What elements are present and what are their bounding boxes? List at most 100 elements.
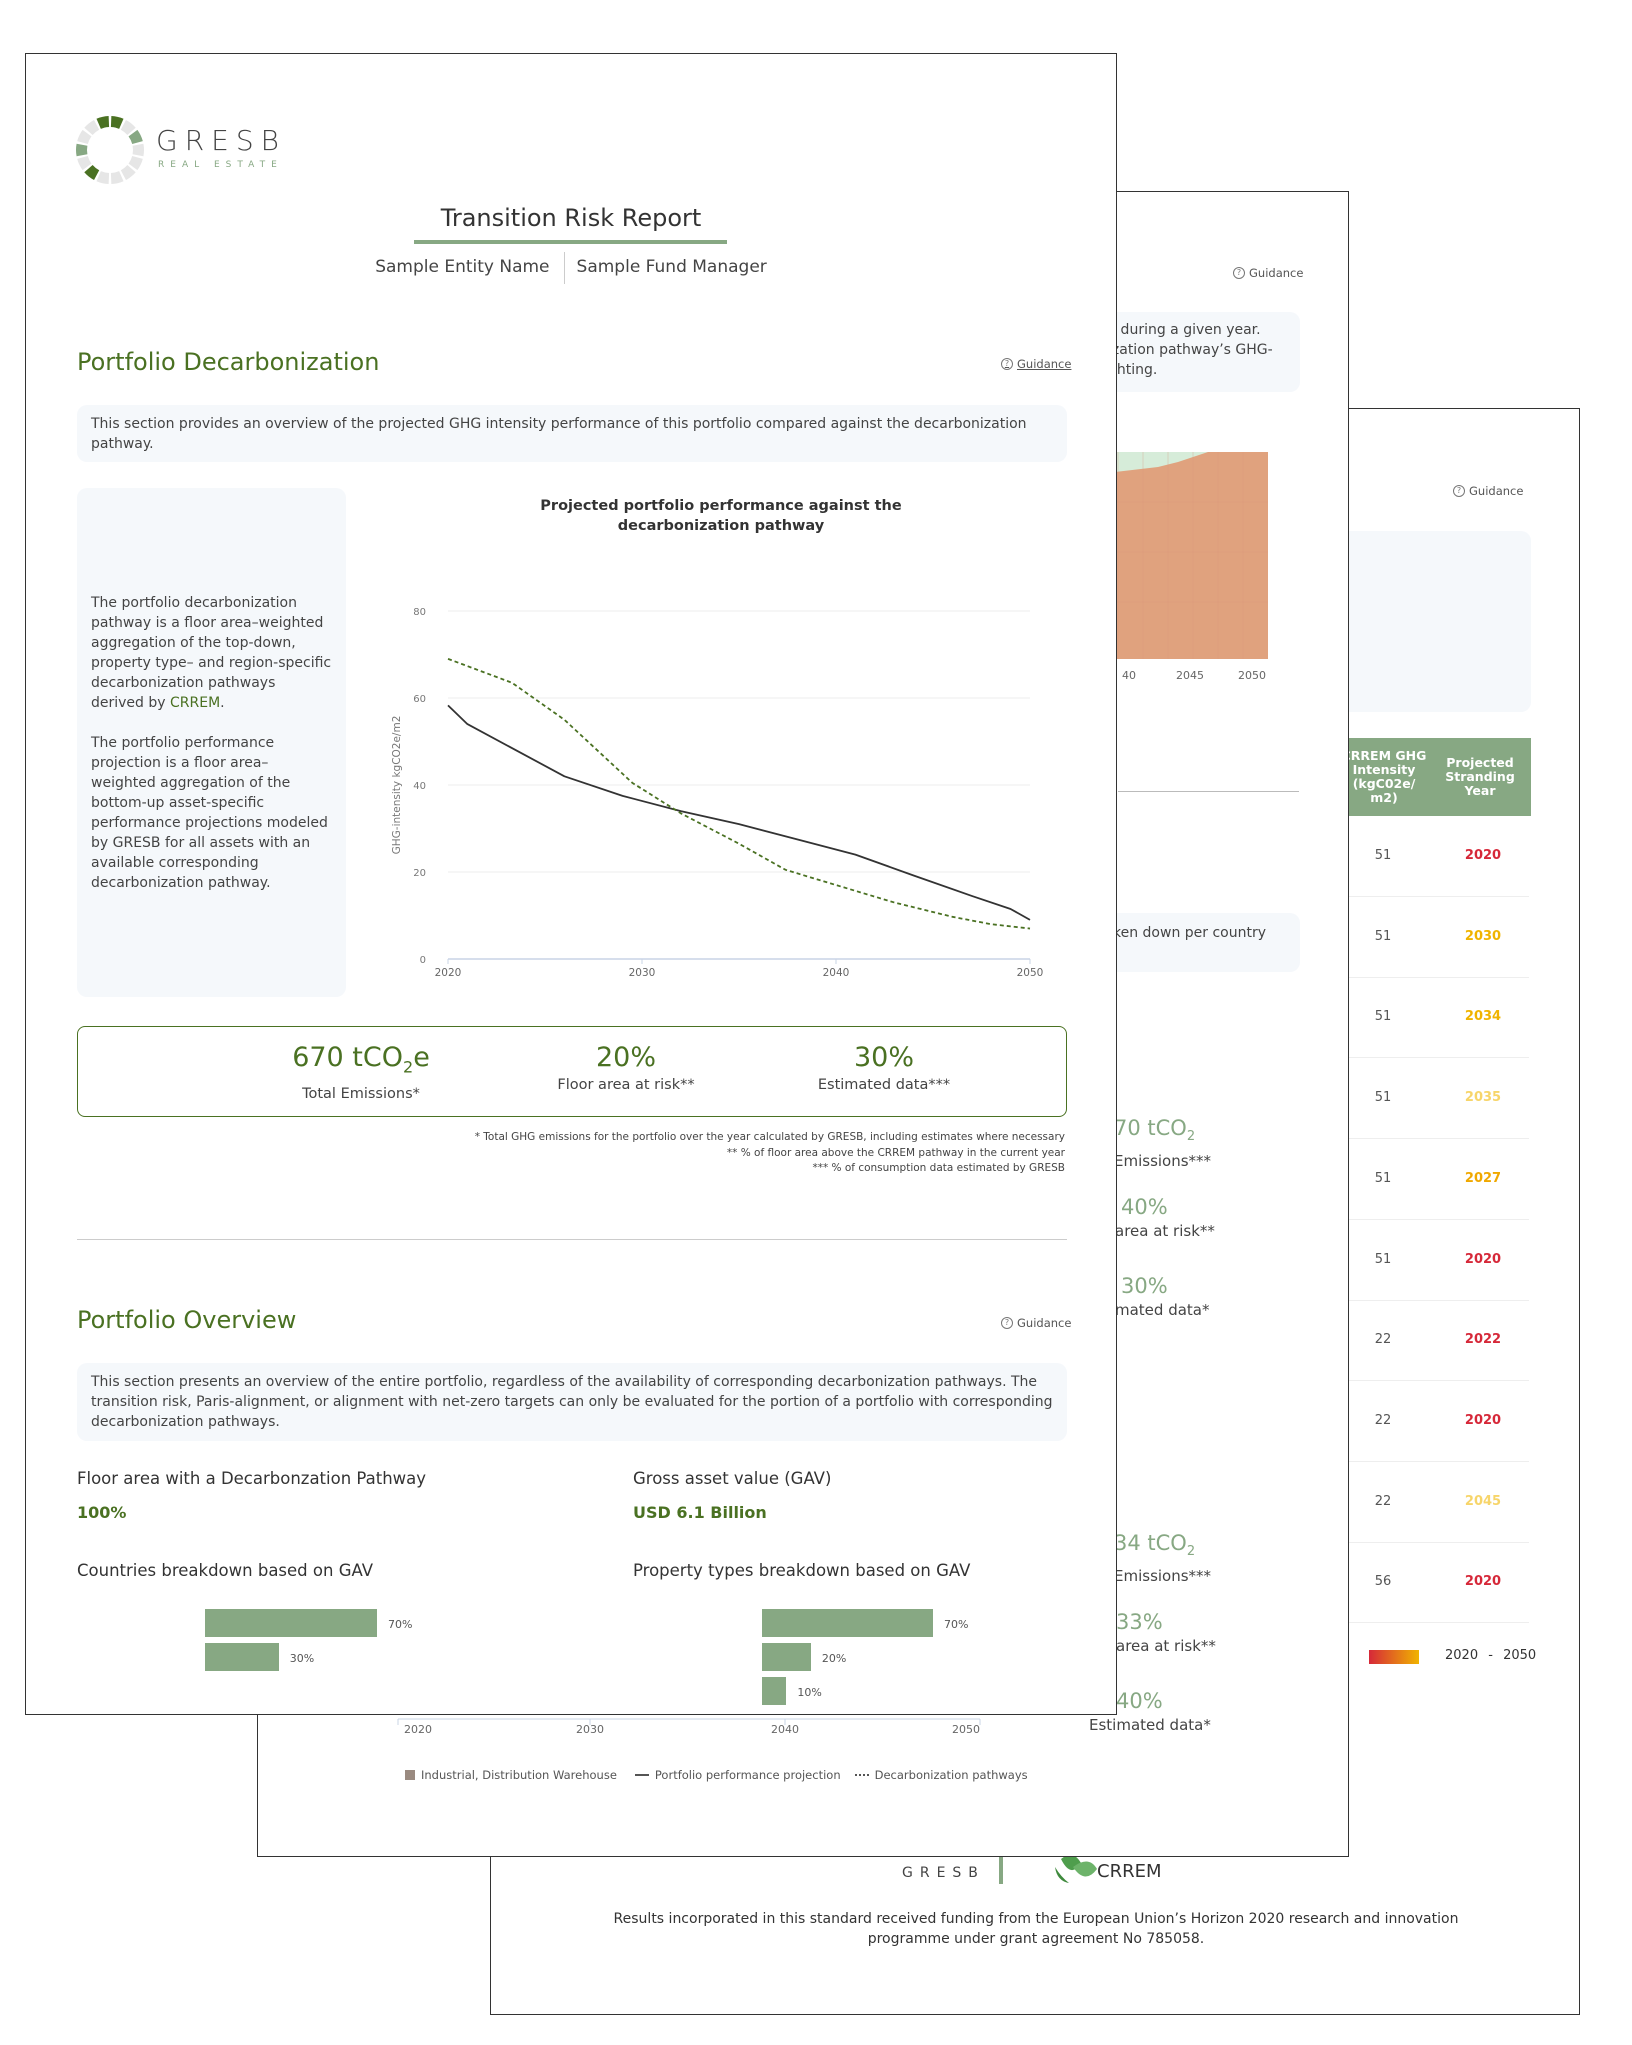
info-line: ghting. bbox=[1108, 362, 1158, 378]
property-breakdown-heading: Property types breakdown based on GAV bbox=[633, 1561, 971, 1580]
footnote: *** % of consumption data estimated by G… bbox=[812, 1162, 1065, 1174]
crrem-label: CRREM bbox=[1097, 1861, 1162, 1882]
bar[interactable] bbox=[762, 1677, 787, 1705]
fund-manager-name: Sample Fund Manager bbox=[576, 257, 767, 277]
crrem-intensity-cell: 22 bbox=[1374, 1493, 1392, 1509]
logo-segment bbox=[76, 143, 88, 157]
stranding-year-cell: 2030 bbox=[1464, 928, 1502, 944]
legend-label: Industrial, Distribution Warehouse bbox=[421, 1768, 617, 1782]
x-tick-label: 2030 bbox=[576, 1723, 604, 1736]
stranding-year-cell: 2020 bbox=[1464, 1251, 1502, 1267]
table-row[interactable]: 51 2020 bbox=[1349, 1220, 1529, 1301]
y-tick-label: 60 bbox=[413, 694, 426, 705]
entity-name: Sample Entity Name bbox=[375, 257, 550, 277]
kpi-estimated-data: 30% mated data* bbox=[1115, 1274, 1210, 1319]
table-row[interactable]: 51 2035 bbox=[1349, 1058, 1529, 1140]
x-tick-label: 2040 bbox=[823, 967, 850, 979]
pathway-explanation: The portfolio decarbonization pathway is… bbox=[91, 594, 332, 711]
table-row[interactable]: 56 2020 bbox=[1349, 1542, 1529, 1624]
stranding-year-cell: 2027 bbox=[1464, 1170, 1502, 1186]
x-tick-label: 2030 bbox=[629, 967, 656, 979]
table-row[interactable]: 22 2020 bbox=[1349, 1381, 1529, 1462]
guidance-link[interactable]: ? Guidance bbox=[1233, 266, 1303, 280]
section-divider bbox=[77, 1239, 1067, 1240]
bar[interactable] bbox=[762, 1643, 811, 1671]
bar[interactable] bbox=[762, 1609, 933, 1637]
y-tick-label: 80 bbox=[413, 607, 426, 618]
table-row[interactable]: 51 2034 bbox=[1349, 977, 1529, 1059]
logo-segment bbox=[110, 171, 124, 184]
title-underline bbox=[414, 240, 727, 244]
countries-breakdown-heading: Countries breakdown based on GAV bbox=[77, 1561, 373, 1580]
report-page-1: GRESB REAL ESTATE Transition Risk Report… bbox=[25, 53, 1117, 1715]
stranding-year-cell: 2022 bbox=[1464, 1332, 1502, 1348]
kpi-total-emissions: 670 tCO2e Total Emissions* bbox=[292, 1042, 430, 1103]
crrem-intensity-cell: 51 bbox=[1374, 1251, 1392, 1267]
overview-info-box: This section presents an overview of the… bbox=[77, 1363, 1067, 1441]
report-title: Transition Risk Report bbox=[440, 204, 702, 232]
table-row[interactable]: 51 2027 bbox=[1349, 1139, 1529, 1220]
section-heading-overview: Portfolio Overview bbox=[77, 1306, 297, 1334]
table-row[interactable]: 51 2020 bbox=[1349, 816, 1529, 897]
x-tick-label: 2050 bbox=[952, 1723, 980, 1736]
y-axis-label: GHG-intensity kgCO2e/m2 bbox=[391, 716, 403, 855]
crrem-link[interactable]: CRREM bbox=[170, 695, 220, 711]
logo-segment bbox=[120, 165, 136, 181]
gresb-logo: GRESB REAL ESTATE bbox=[74, 114, 279, 190]
guidance-label: Guidance bbox=[1017, 357, 1072, 371]
report-subtitle: Sample Entity Name Sample Fund Manager bbox=[26, 252, 1116, 284]
legend-swatch-warehouse bbox=[405, 1770, 415, 1780]
stranding-year-color-scale bbox=[1369, 1650, 1419, 1664]
chart-explanation-panel: The portfolio decarbonization pathway is… bbox=[77, 488, 346, 997]
bar[interactable] bbox=[205, 1609, 377, 1637]
logo-wordmark: GRESB bbox=[156, 124, 286, 157]
table-row[interactable]: 22 2022 bbox=[1349, 1300, 1529, 1382]
x-tick-label: 2020 bbox=[435, 967, 462, 979]
x-tick-label: 2045 bbox=[1176, 669, 1204, 682]
guidance-link[interactable]: ? Guidance bbox=[1001, 1316, 1071, 1330]
x-tick-label: 2050 bbox=[1238, 669, 1266, 682]
help-icon: ? bbox=[1001, 1317, 1013, 1329]
legend-swatch-solid-line bbox=[634, 1774, 649, 1776]
logo-segment bbox=[96, 171, 110, 184]
help-icon: ? bbox=[1001, 358, 1013, 370]
table-row[interactable]: 51 2030 bbox=[1349, 897, 1529, 978]
info-line: k during a given year. bbox=[1108, 322, 1261, 338]
funding-statement: Results incorporated in this standard re… bbox=[491, 1909, 1579, 1949]
bar-value-label: 20% bbox=[821, 1652, 847, 1665]
column-header-crrem-intensity[interactable]: CRREM GHG Intensity (kgC02e/ m2) bbox=[1339, 738, 1429, 816]
table-row[interactable]: 22 2045 bbox=[1349, 1462, 1529, 1543]
legend-label: Portfolio performance projection bbox=[654, 1768, 841, 1782]
kpi-total-emissions: 34 tCO2 Emissions*** bbox=[1114, 1531, 1212, 1586]
funding-line: programme under grant agreement No 78505… bbox=[867, 1931, 1205, 1947]
chart-legend: Industrial, Distribution Warehouse Portf… bbox=[405, 1768, 1028, 1782]
stranding-table: CRREM GHG Intensity (kgC02e/ m2) Project… bbox=[1342, 738, 1531, 1624]
guidance-label: Guidance bbox=[1469, 484, 1524, 498]
info-line: ken down per country bbox=[1113, 925, 1267, 941]
floor-area-value: 100% bbox=[77, 1503, 127, 1522]
bar[interactable] bbox=[205, 1643, 279, 1671]
crrem-intensity-cell: 56 bbox=[1374, 1574, 1392, 1590]
stranding-year-cell: 2020 bbox=[1464, 848, 1502, 863]
kpi-summary-box: 670 tCO2e Total Emissions* 20% Floor are… bbox=[77, 1026, 1067, 1117]
crrem-intensity-cell: 51 bbox=[1374, 928, 1392, 944]
crrem-intensity-cell: 51 bbox=[1374, 1170, 1392, 1186]
stranding-year-cell: 2045 bbox=[1464, 1493, 1502, 1509]
kpi-estimated-data: 30% Estimated data*** bbox=[817, 1042, 951, 1093]
guidance-link[interactable]: ? Guidance bbox=[1453, 484, 1523, 498]
column-header-stranding-year[interactable]: Projected Stranding Year bbox=[1435, 738, 1525, 816]
stranding-year-cell: 2020 bbox=[1464, 1412, 1502, 1428]
decarbonization-line-chart: 0204060802020 2030 2040 2050GHG-intensity k… bbox=[391, 607, 1044, 979]
help-icon: ? bbox=[1453, 485, 1465, 497]
kpi-floor-area-at-risk: 33% area at risk** bbox=[1116, 1610, 1216, 1655]
guidance-label: Guidance bbox=[1017, 1316, 1072, 1330]
section-divider bbox=[1118, 791, 1299, 792]
crrem-intensity-cell: 22 bbox=[1374, 1412, 1392, 1428]
crrem-intensity-cell: 51 bbox=[1374, 1009, 1392, 1025]
bar-value-label: 30% bbox=[289, 1652, 315, 1665]
guidance-link[interactable]: ? Guidance bbox=[1001, 357, 1071, 371]
funding-line: Results incorporated in this standard re… bbox=[613, 1911, 1459, 1927]
footnote: * Total GHG emissions for the portfolio … bbox=[474, 1131, 1065, 1143]
stranded-area bbox=[1098, 452, 1268, 659]
x-tick-label: 2050 bbox=[1017, 967, 1044, 979]
